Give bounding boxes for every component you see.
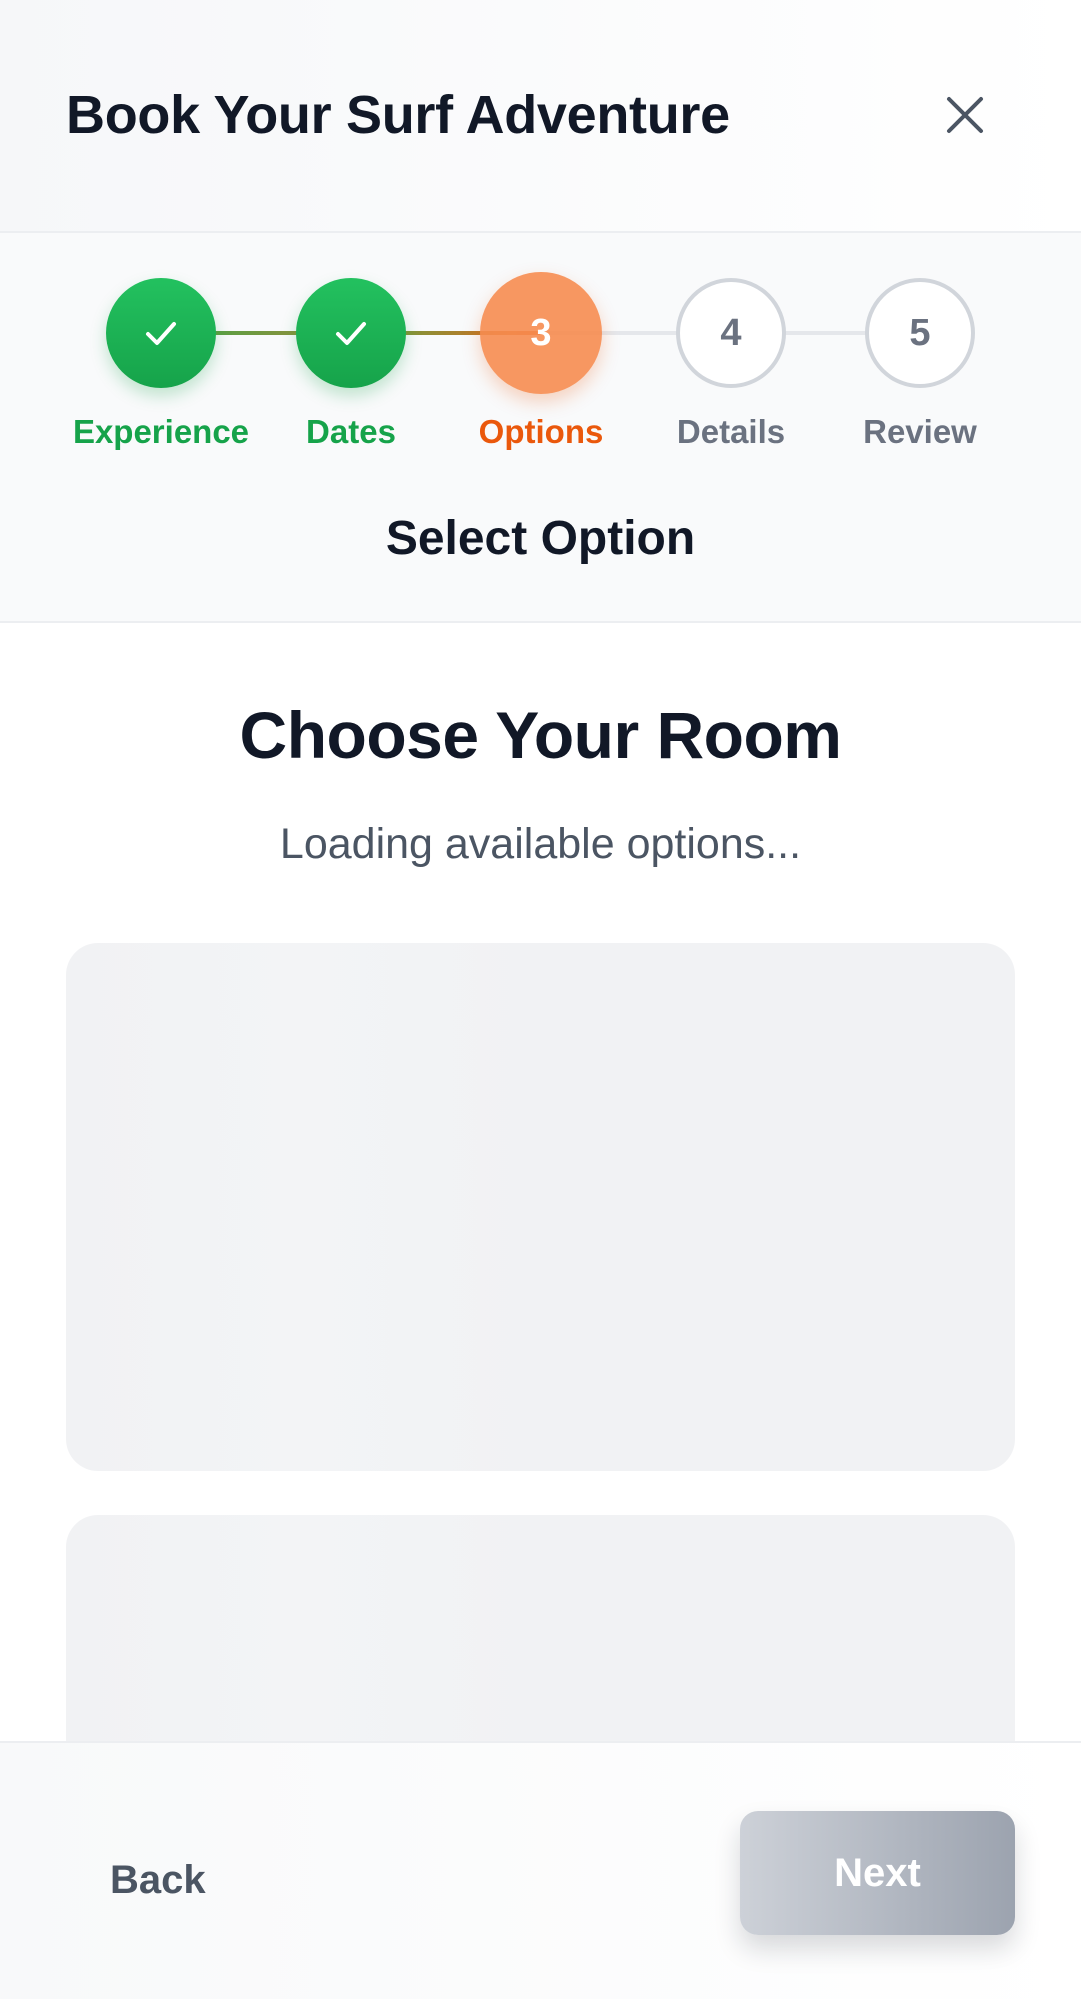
step-label: Details (676, 413, 786, 450)
close-icon (947, 97, 983, 133)
step-circle-pending: 5 (865, 278, 975, 388)
modal-footer: Back Next (0, 1741, 1081, 1999)
step-circle-pending: 4 (676, 278, 786, 388)
step-label: Review (863, 413, 977, 450)
stepper: Experience Dates 3 Options 4 Details 5 R… (0, 233, 1081, 623)
step-circle-completed (106, 278, 216, 388)
check-icon (146, 322, 176, 345)
modal-title: Book Your Surf Adventure (66, 85, 730, 145)
booking-modal: Book Your Surf Adventure Experience Date… (0, 0, 1081, 1999)
step-heading: Select Option (385, 512, 696, 565)
loading-message: Loading available options... (279, 820, 802, 868)
check-icon (336, 322, 366, 345)
step-circle-current: 3 (480, 272, 602, 394)
back-button[interactable]: Back (80, 1843, 236, 1917)
step-label: Experience (72, 413, 250, 450)
section-title: Choose Your Room (239, 698, 842, 772)
next-button[interactable]: Next (740, 1811, 1015, 1935)
step-label: Dates (306, 413, 396, 450)
step-label: Options (478, 413, 604, 450)
modal-header: Book Your Surf Adventure (0, 0, 1081, 233)
room-option-skeleton (66, 943, 1015, 1471)
step-circle-completed (296, 278, 406, 388)
close-button[interactable] (934, 84, 996, 146)
